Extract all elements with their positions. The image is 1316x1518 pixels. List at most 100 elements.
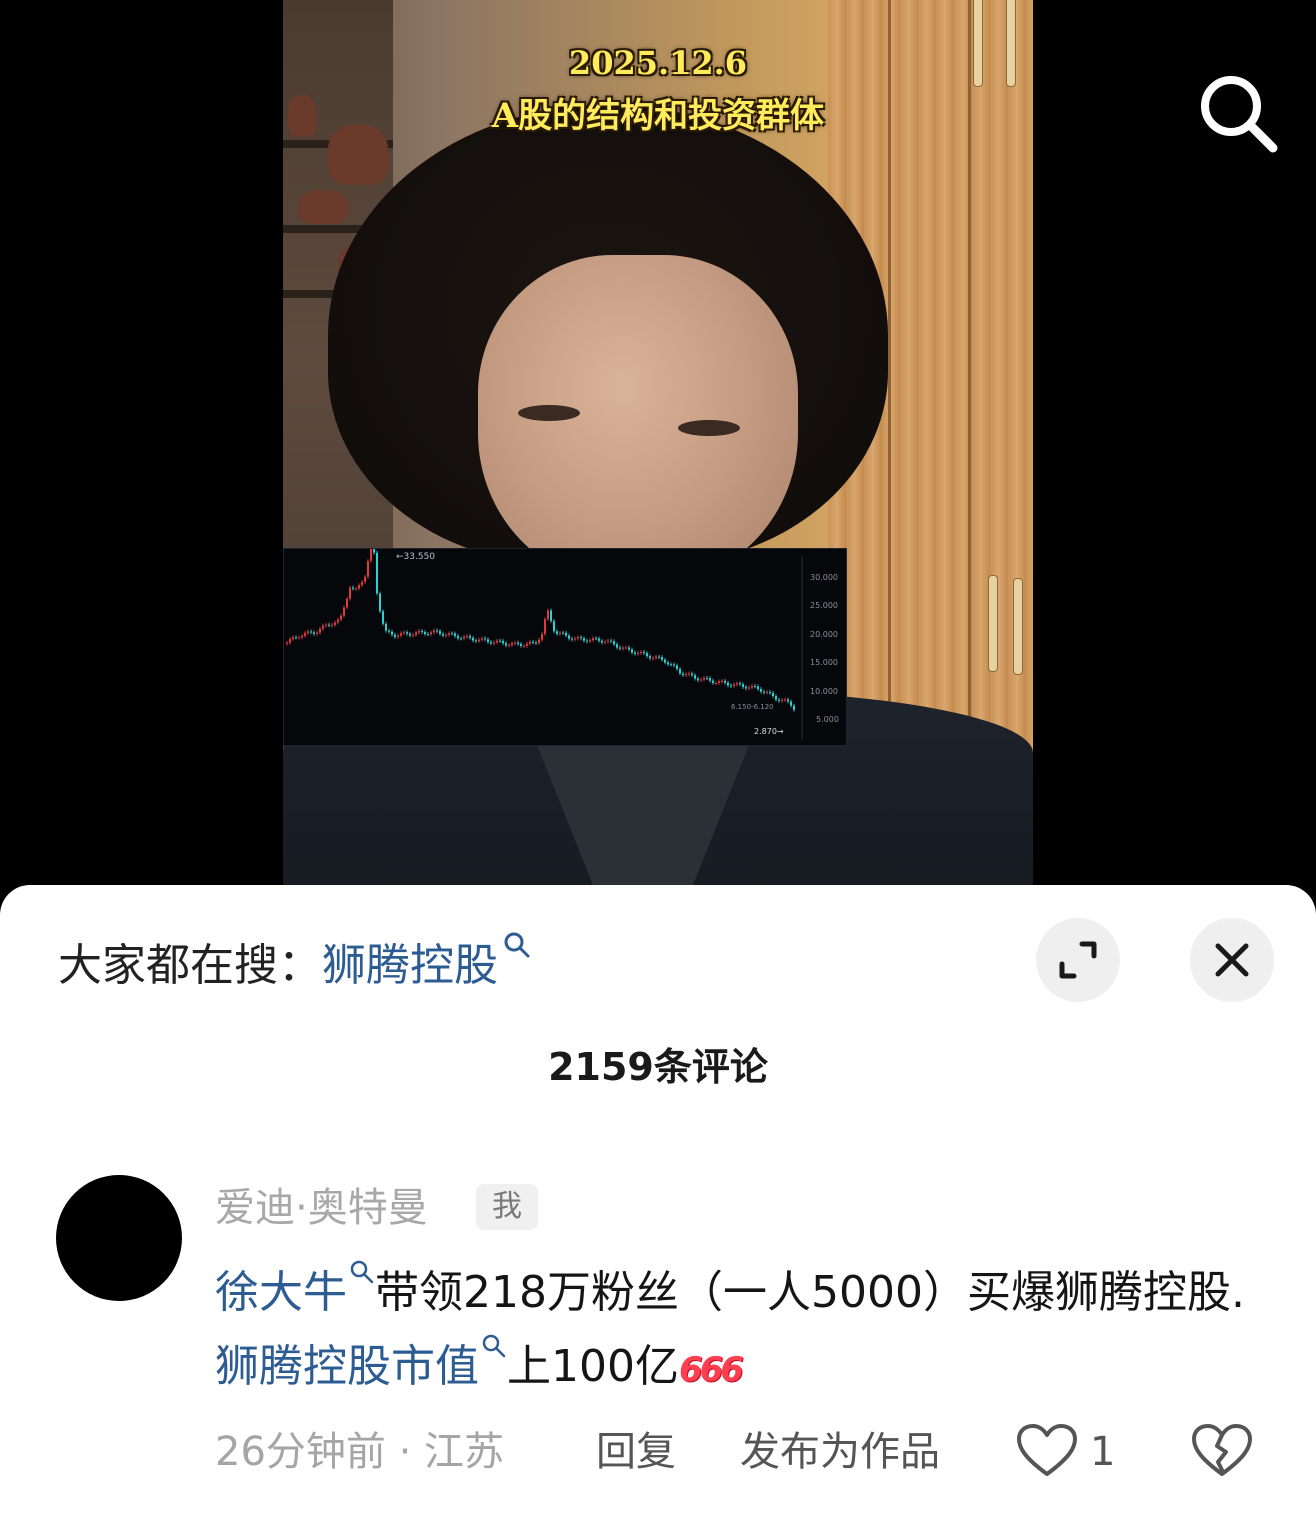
candle-body: [451, 633, 453, 635]
candle-body: [652, 657, 654, 659]
candle-body: [562, 632, 564, 634]
y-tick-label: 20.000: [810, 630, 838, 639]
candle-body: [625, 647, 627, 649]
candle-body: [490, 641, 492, 644]
candle-body: [370, 549, 372, 561]
me-badge: 我: [476, 1184, 538, 1230]
candle-body: [700, 679, 702, 681]
candle-body: [682, 673, 684, 675]
candle-body: [559, 632, 561, 634]
y-tick-label: 25.000: [810, 601, 838, 610]
candle-body: [775, 696, 777, 700]
emoji-666-icon: 666: [678, 1350, 744, 1390]
candle-body: [325, 624, 327, 626]
close-button[interactable]: [1190, 918, 1274, 1002]
candle-body: [664, 659, 666, 663]
dislike-button[interactable]: [1190, 1422, 1254, 1480]
candle-body: [316, 632, 318, 634]
candle-body: [475, 640, 477, 642]
candle-body: [505, 643, 507, 646]
candle-body: [367, 560, 369, 577]
candle-body: [526, 643, 528, 646]
comment-search-link[interactable]: 徐大牛: [215, 1267, 347, 1318]
candle-body: [586, 640, 588, 642]
candle-body: [751, 685, 753, 688]
candle-body: [454, 633, 456, 636]
stock-chart-inset: ←33.550 30.000 25.000 20.000 15.000 10.0…: [283, 548, 847, 746]
candle-body: [553, 621, 555, 632]
search-icon: [504, 932, 530, 958]
candle-body: [346, 598, 348, 608]
comment-search-link[interactable]: 狮腾控股市值: [215, 1341, 479, 1392]
candle-body: [766, 692, 768, 694]
candle-body: [709, 678, 711, 681]
candle-body: [649, 656, 651, 659]
candle-body: [565, 632, 567, 636]
candle-body: [478, 639, 480, 642]
candle-body: [763, 691, 765, 693]
comment-text-segment: 上100亿: [507, 1341, 679, 1392]
person-face: [478, 255, 798, 585]
candle-body: [292, 637, 294, 640]
candle-body: [634, 652, 636, 654]
candle-body: [595, 638, 597, 640]
candle-body: [481, 638, 483, 640]
candle-body: [616, 644, 618, 648]
candle-body: [430, 632, 432, 635]
publish-as-work-button[interactable]: 发布为作品: [740, 1424, 940, 1480]
candle-body: [418, 631, 420, 633]
candle-body: [445, 634, 447, 636]
candle-body: [703, 677, 705, 680]
candle-body: [673, 664, 675, 666]
candle-body: [358, 585, 360, 589]
low-price-label: 2.870→: [754, 727, 784, 736]
video-overlay-date: 2025.12.6: [568, 44, 748, 82]
candle-body: [463, 636, 465, 639]
candle-body: [361, 581, 363, 586]
trending-search-link[interactable]: 狮腾控股: [322, 940, 498, 991]
comment-body: 徐大牛 带领218万粉丝（一人5000）买爆狮腾控股. 狮腾控股市值 上100亿666: [215, 1256, 1265, 1407]
candle-body: [727, 682, 729, 686]
search-button[interactable]: [1193, 68, 1283, 158]
candle-body: [640, 651, 642, 654]
candle-body: [523, 645, 525, 647]
candle-body: [670, 664, 672, 666]
candle-body: [313, 632, 315, 634]
close-icon: [1215, 943, 1249, 977]
candle-body: [355, 588, 357, 590]
candle-body: [412, 634, 414, 636]
candle-body: [571, 638, 573, 640]
candle-body: [772, 692, 774, 697]
candle-body: [589, 640, 591, 642]
candle-body: [697, 678, 699, 681]
candle-body: [403, 632, 405, 634]
search-icon: [1201, 76, 1278, 153]
candle-body: [610, 640, 612, 642]
comment-time-location: 26分钟前 · 江苏: [215, 1429, 505, 1475]
candle-body: [298, 637, 300, 639]
candle-body: [397, 635, 399, 637]
expand-button[interactable]: [1036, 918, 1120, 1002]
y-tick-label: 15.000: [810, 658, 838, 667]
video-player[interactable]: 2025.12.6 A股的结构和投资群体 ←33.550 30.000 25.0…: [0, 0, 1316, 900]
candle-body: [424, 632, 426, 635]
candle-body: [379, 593, 381, 612]
like-button[interactable]: [1015, 1422, 1079, 1480]
candle-body: [694, 675, 696, 679]
search-icon: [350, 1260, 374, 1284]
candlestick-series: [286, 549, 795, 712]
candle-body: [331, 624, 333, 626]
expand-icon: [1059, 941, 1097, 979]
price-range-label: 6.150-6.120: [731, 703, 774, 711]
trending-prefix: 大家都在搜：: [58, 940, 322, 991]
comment-author-name[interactable]: 爱迪·奥特曼: [215, 1180, 428, 1236]
candle-body: [472, 637, 474, 641]
video-frame: 2025.12.6 A股的结构和投资群体 ←33.550 30.000 25.0…: [283, 0, 1033, 900]
reply-button[interactable]: 回复: [596, 1424, 676, 1480]
candle-body: [778, 699, 780, 701]
candle-body: [619, 647, 621, 649]
avatar[interactable]: [56, 1175, 182, 1301]
candle-body: [685, 674, 687, 676]
candle-body: [679, 668, 681, 674]
candle-body: [448, 633, 450, 635]
